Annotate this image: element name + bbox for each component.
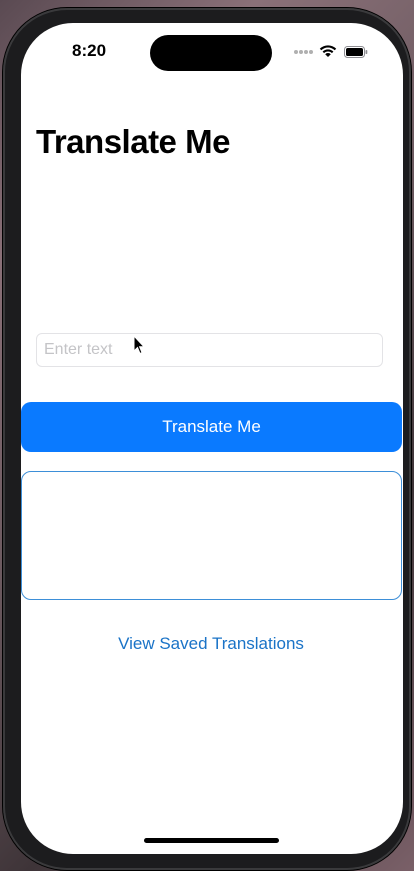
dynamic-island xyxy=(150,35,272,71)
home-indicator[interactable] xyxy=(144,838,279,843)
text-input[interactable] xyxy=(36,333,383,367)
cellular-signal-icon xyxy=(294,50,314,54)
battery-icon xyxy=(344,46,368,58)
wifi-icon xyxy=(319,45,337,57)
translate-button[interactable]: Translate Me xyxy=(21,402,402,452)
status-icons xyxy=(294,44,374,60)
mouse-pointer-icon xyxy=(133,335,145,355)
status-time: 8:20 xyxy=(72,41,107,60)
page-title: Translate Me xyxy=(36,123,230,160)
translation-result-box xyxy=(21,471,402,600)
view-saved-translations-link[interactable]: View Saved Translations xyxy=(0,634,414,654)
